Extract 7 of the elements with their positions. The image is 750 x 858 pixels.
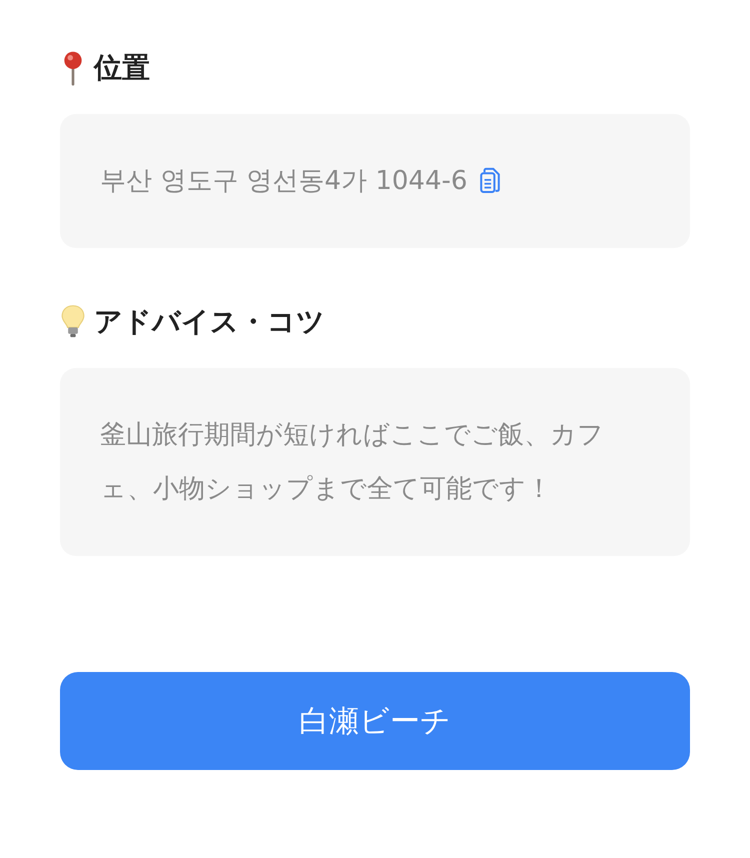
- section-title: 位置: [94, 50, 150, 86]
- section-title: アドバイス・コツ: [94, 304, 325, 340]
- light-bulb-icon: [60, 304, 86, 340]
- info-text: 부산 영도구 영선동4가 1044-6: [100, 165, 468, 198]
- primary-button[interactable]: 白瀬ビーチ: [60, 672, 690, 770]
- copy-icon[interactable]: [479, 167, 502, 195]
- info-text: 釜山旅行期間が短ければここでご飯、カフェ、小物ショップまで全て可能です！: [100, 419, 605, 506]
